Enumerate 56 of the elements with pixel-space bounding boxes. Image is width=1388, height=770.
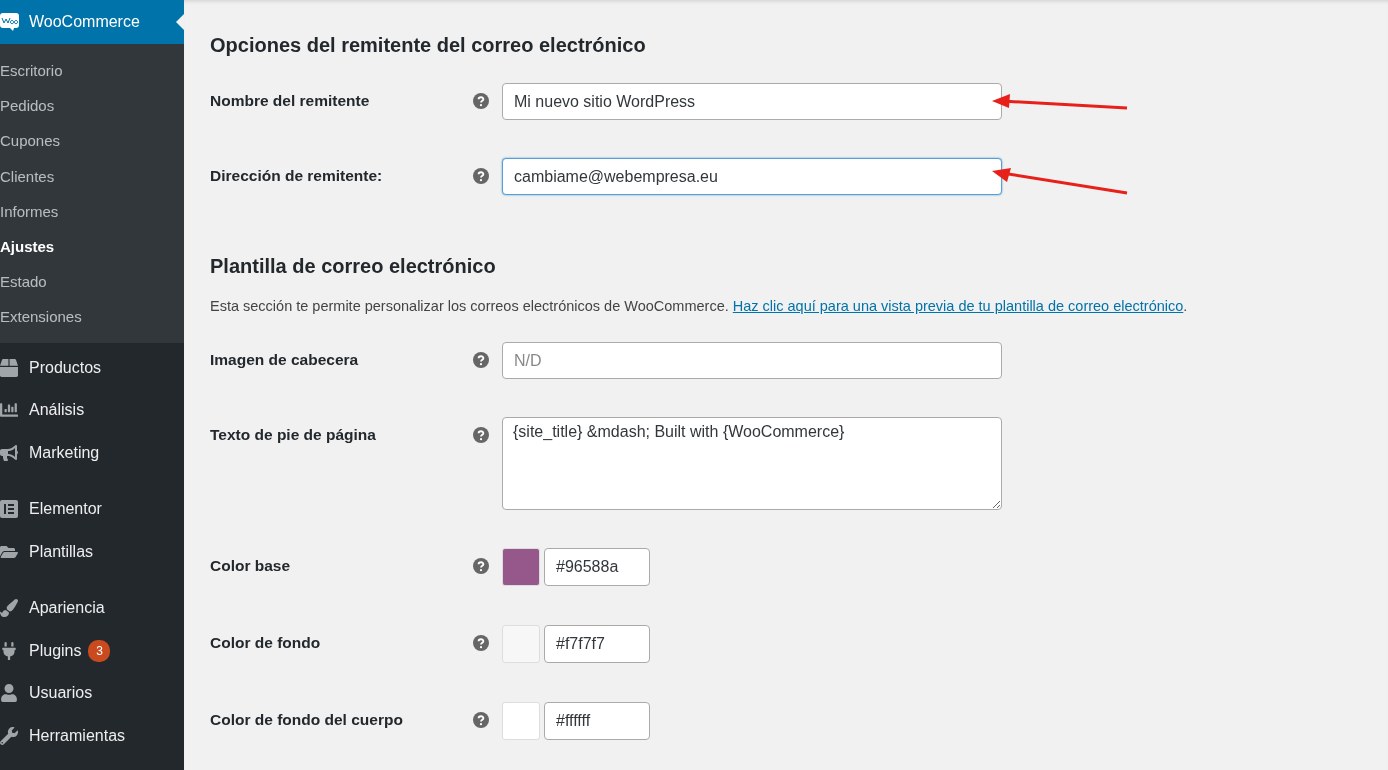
- submenu-item[interactable]: Clientes: [0, 158, 184, 194]
- menu-item[interactable]: Herramientas: [0, 714, 184, 757]
- menu-icon: [0, 599, 18, 618]
- help-icon[interactable]: [473, 427, 489, 443]
- color-swatch[interactable]: [502, 702, 540, 740]
- submenu-item[interactable]: Estado: [0, 264, 184, 300]
- menu-icon: [0, 726, 18, 745]
- menu-item[interactable]: Elementor: [0, 488, 184, 531]
- field-label: Dirección de remitente:: [210, 166, 384, 185]
- field-label: Nombre del remitente: [210, 91, 371, 110]
- menu-icon: [0, 641, 18, 660]
- section-title: Opciones del remitente del correo electrónico: [210, 34, 647, 57]
- menu-item[interactable]: Análisis: [0, 389, 184, 432]
- text-field[interactable]: Mi nuevo sitio WordPress: [502, 83, 1002, 120]
- section-title: Plantilla de correo electrónico: [210, 255, 497, 278]
- menu-item[interactable]: Plugins 3: [0, 629, 184, 672]
- text-field[interactable]: N/D: [502, 342, 1002, 379]
- menu-item[interactable]: Productos: [0, 346, 184, 389]
- submenu-item[interactable]: Escritorio: [0, 53, 184, 89]
- submenu-item[interactable]: Ajustes: [0, 228, 184, 265]
- submenu-item[interactable]: Pedidos: [0, 88, 184, 124]
- menu-header[interactable]: WooCommerce: [0, 0, 184, 44]
- menu-icon: [0, 684, 18, 703]
- color-field[interactable]: #f7f7f7: [544, 625, 650, 663]
- woo-logo-icon: [0, 13, 19, 31]
- color-field[interactable]: #96588a: [544, 548, 650, 586]
- field-label: Color de fondo: [210, 633, 322, 652]
- help-icon[interactable]: [473, 558, 489, 574]
- color-field[interactable]: #ffffff: [544, 702, 650, 740]
- count-badge: 3: [88, 639, 111, 662]
- menu-item[interactable]: Apariencia: [0, 587, 184, 630]
- menu-icon: [0, 358, 18, 377]
- menu-item[interactable]: Marketing: [0, 431, 184, 474]
- submenu-item[interactable]: Extensiones: [0, 299, 184, 335]
- menu-item[interactable]: Usuarios: [0, 672, 184, 715]
- field-label: Color base: [210, 556, 292, 575]
- section-description: Esta sección te permite personalizar los correos electrónicos de WooCommerce. Haz clic aquí para una vista previa de tu plantilla de correo electrónico.: [210, 298, 1189, 314]
- help-icon[interactable]: [473, 93, 489, 109]
- help-icon[interactable]: [473, 168, 489, 184]
- field-label: Color de fondo del cuerpo: [210, 710, 404, 729]
- textarea-field[interactable]: {site_title} &mdash; Built with {WooCommerce}: [502, 417, 1002, 510]
- current-menu-pointer: [176, 14, 184, 30]
- menu-icon: [0, 401, 18, 420]
- field-label: Texto de pie de página: [210, 425, 377, 444]
- text-field[interactable]: cambiame@webempresa.eu: [502, 158, 1002, 195]
- submenu-item[interactable]: Informes: [0, 193, 184, 229]
- menu-icon: [0, 443, 18, 462]
- submenu-item[interactable]: Cupones: [0, 123, 184, 159]
- help-icon[interactable]: [473, 635, 489, 651]
- field-label: Imagen de cabecera: [210, 350, 360, 369]
- color-swatch[interactable]: [502, 548, 540, 586]
- color-swatch[interactable]: [502, 625, 540, 663]
- menu-item[interactable]: Plantillas: [0, 530, 184, 573]
- help-icon[interactable]: [473, 712, 489, 728]
- menu-header-label: WooCommerce: [29, 13, 140, 31]
- help-icon[interactable]: [473, 352, 489, 368]
